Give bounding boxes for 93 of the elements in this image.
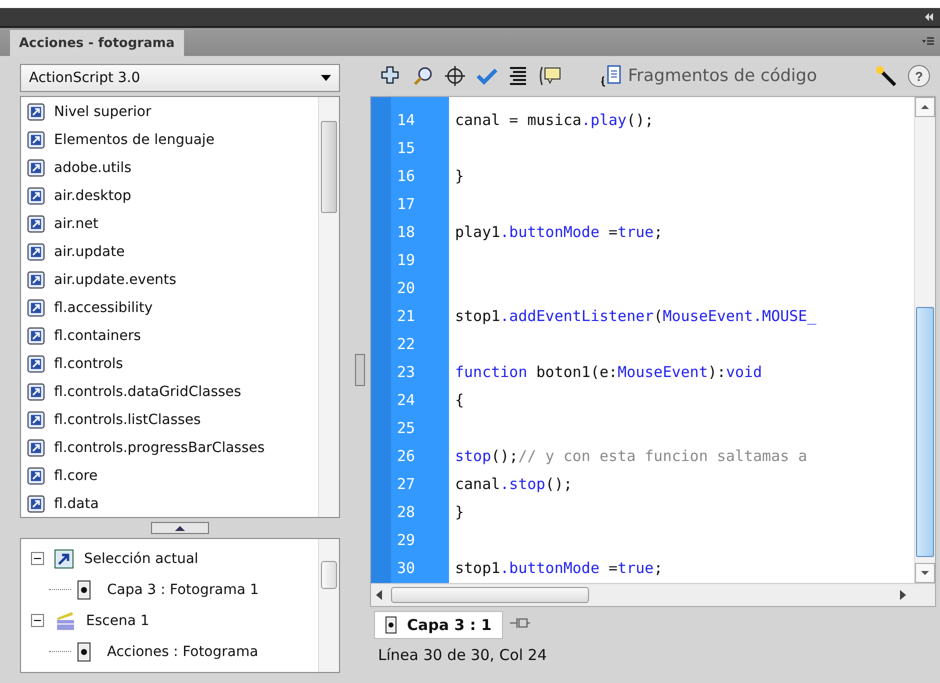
book-icon — [27, 327, 45, 345]
scrollbar[interactable] — [318, 97, 339, 517]
toolbox-item[interactable]: fl.controls.progressBarClasses — [21, 434, 318, 462]
line-number: 28 — [396, 502, 416, 523]
toolbox-item[interactable]: air.net — [21, 210, 318, 238]
panel-menu-icon[interactable] — [922, 37, 934, 47]
toolbox-item[interactable]: fl.controls.listClasses — [21, 406, 318, 434]
frame-icon — [77, 580, 91, 600]
toolbox-item[interactable]: air.update.events — [21, 266, 318, 294]
book-icon — [27, 439, 45, 457]
toolbox-item[interactable]: fl.controls — [21, 350, 318, 378]
line-number: 23 — [396, 362, 416, 383]
tree-item[interactable]: Escena 1 — [31, 605, 318, 636]
scroll-down-icon[interactable] — [915, 563, 935, 583]
line-number: 21 — [396, 306, 416, 327]
frame-icon — [77, 642, 91, 662]
collapse-toggle[interactable] — [31, 552, 44, 565]
line-number: 22 — [396, 334, 416, 355]
script-tab[interactable]: Capa 3 : 1 — [374, 611, 503, 639]
book-icon — [27, 271, 45, 289]
scroll-left-icon[interactable] — [375, 590, 383, 600]
book-icon — [27, 411, 45, 429]
toolbox-item[interactable]: Nivel superior — [21, 98, 318, 126]
toolbox-item[interactable]: fl.core — [21, 462, 318, 490]
comment-icon[interactable] — [538, 65, 562, 87]
code-line: play1.buttonMode =true; — [455, 223, 663, 241]
scroll-right-icon[interactable] — [899, 590, 907, 600]
caret-icon — [321, 75, 331, 81]
book-icon — [27, 215, 45, 233]
code-snippets-button[interactable]: Fragmentos de código — [600, 65, 817, 87]
scrollbar[interactable] — [318, 539, 339, 672]
line-number: 20 — [396, 278, 416, 299]
book-icon — [27, 103, 45, 121]
horizontal-scrollbar[interactable] — [371, 583, 935, 606]
toolbox-item[interactable]: air.update — [21, 238, 318, 266]
code-line: stop();// y con esta funcion saltamas a — [455, 447, 808, 465]
help-button[interactable]: ? — [908, 65, 930, 87]
book-icon — [27, 131, 45, 149]
toolbox-item[interactable]: Elementos de lenguaje — [21, 126, 318, 154]
toolbox-item[interactable]: fl.controls.dataGridClasses — [21, 378, 318, 406]
collapse-icon[interactable] — [924, 13, 934, 21]
scroll-up-icon[interactable] — [915, 97, 935, 117]
splitter-handle[interactable] — [151, 522, 209, 534]
book-icon — [27, 467, 45, 485]
format-icon[interactable] — [508, 65, 528, 87]
book-icon — [27, 187, 45, 205]
language-dropdown[interactable]: ActionScript 3.0 — [20, 64, 340, 92]
line-number: 26 — [396, 446, 416, 467]
code-line: } — [455, 167, 464, 185]
collapse-toggle[interactable] — [31, 614, 44, 627]
code-line: canal.stop(); — [455, 475, 572, 493]
tree-item[interactable]: Selección actual — [31, 543, 318, 574]
code-line: canal = musica.play(); — [455, 111, 654, 129]
code-line: stop1.buttonMode =true; — [455, 559, 663, 577]
toolbox-item[interactable]: adobe.utils — [21, 154, 318, 182]
line-number: 17 — [396, 194, 416, 215]
book-icon — [27, 495, 45, 513]
toolbox-item[interactable]: fl.accessibility — [21, 294, 318, 322]
book-icon — [27, 383, 45, 401]
code-line: stop1.addEventListener(MouseEvent.MOUSE_ — [455, 307, 816, 325]
pin-icon[interactable] — [508, 615, 531, 631]
magic-wand-icon[interactable] — [874, 64, 898, 88]
line-number: 14 — [396, 110, 416, 131]
code-line: function boton1(e:MouseEvent):void — [455, 363, 762, 381]
scrollbar[interactable] — [914, 97, 935, 583]
toolbox-item[interactable]: fl.data — [21, 490, 318, 517]
line-number: 18 — [396, 222, 416, 243]
code-line: } — [455, 503, 464, 521]
tree-item[interactable]: Acciones : Fotograma — [31, 636, 318, 667]
line-number: 19 — [396, 250, 416, 271]
book-icon — [27, 299, 45, 317]
toolbox-item[interactable]: fl.containers — [21, 322, 318, 350]
find-icon[interactable] — [412, 65, 434, 87]
status-text: Línea 30 de 30, Col 24 — [377, 645, 548, 666]
tree-item[interactable]: Capa 3 : Fotograma 1 — [31, 574, 318, 605]
book-icon — [27, 159, 45, 177]
toolbox-item[interactable]: air.desktop — [21, 182, 318, 210]
clapperboard-icon — [54, 610, 76, 632]
book-icon — [27, 355, 45, 373]
collapse-handle[interactable] — [355, 354, 365, 386]
panel-tab[interactable]: Acciones - fotograma — [10, 30, 184, 56]
target-icon[interactable] — [444, 65, 466, 87]
line-number: 15 — [396, 138, 416, 159]
line-number: 27 — [396, 474, 416, 495]
line-number: 30 — [396, 558, 416, 579]
document-icon — [600, 65, 622, 87]
code-line: { — [455, 391, 464, 409]
line-number: 16 — [396, 166, 416, 187]
book-icon — [27, 243, 45, 261]
line-number: 29 — [396, 530, 416, 551]
frame-icon — [385, 616, 397, 634]
line-number: 25 — [396, 418, 416, 439]
line-number: 24 — [396, 390, 416, 411]
